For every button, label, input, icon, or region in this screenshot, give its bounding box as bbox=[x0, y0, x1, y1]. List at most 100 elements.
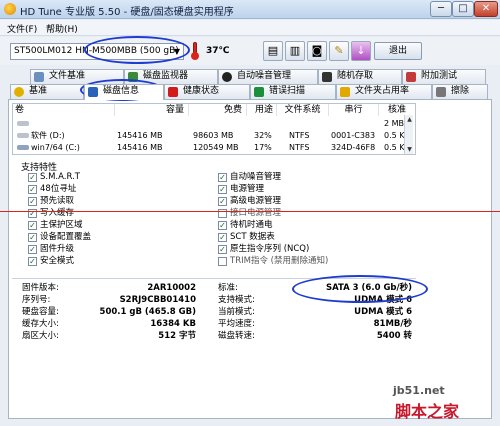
drive-icon bbox=[17, 121, 29, 126]
firmware-label: 固件版本: bbox=[22, 283, 59, 293]
sector-label: 扇区大小: bbox=[22, 331, 59, 341]
copy-screen-button[interactable]: ▥ bbox=[285, 41, 305, 61]
feature-dco: ✓ 设备配置覆盖 bbox=[28, 232, 92, 242]
feature-trim: TRIM指令 (禁用删除通知) bbox=[218, 256, 328, 267]
app-window: HD Tune 专业版 5.50 - 硬盘/固态硬盘实用程序 ─ □ ✕ 文件(… bbox=[0, 0, 500, 426]
scroll-up-icon[interactable]: ▲ bbox=[405, 115, 414, 124]
copy-icon: ▤ bbox=[267, 44, 279, 57]
thermometer-icon bbox=[190, 42, 200, 60]
feature-read-ahead: ✓ 预先读取 bbox=[28, 196, 75, 206]
current-mode-label: 当前模式: bbox=[218, 307, 255, 317]
col-used[interactable]: 用途 bbox=[247, 104, 277, 116]
title-bar: HD Tune 专业版 5.50 - 硬盘/固态硬盘实用程序 ─ □ ✕ bbox=[0, 0, 500, 19]
tab-erase[interactable]: 擦除 bbox=[432, 84, 488, 99]
camera-icon: ◙ bbox=[311, 44, 323, 57]
download-icon: ↓ bbox=[356, 44, 366, 57]
tab-disk-info[interactable]: 磁盘信息 bbox=[84, 84, 164, 100]
table-row[interactable]: 2 MB bbox=[13, 118, 415, 129]
table-row[interactable]: win7/64 (C:) 145416 MB 120549 MB 17% NTF… bbox=[13, 142, 415, 153]
settings-icon: ✎ bbox=[334, 44, 344, 57]
speaker-icon bbox=[222, 72, 232, 82]
tab-noise-management[interactable]: 自动噪音管理 bbox=[218, 69, 318, 84]
tab-error-scan[interactable]: 错误扫描 bbox=[250, 84, 336, 99]
checkbox: ✓ bbox=[218, 197, 227, 206]
checkbox: ✓ bbox=[28, 221, 37, 230]
screenshot-button[interactable]: ◙ bbox=[307, 41, 327, 61]
checkbox: ✓ bbox=[28, 257, 37, 266]
drive-icon bbox=[17, 133, 29, 138]
copy-info-button[interactable]: ▤ bbox=[263, 41, 283, 61]
standard-label: 标准: bbox=[218, 283, 238, 293]
menu-file[interactable]: 文件(F) bbox=[7, 22, 37, 35]
scan-icon bbox=[254, 87, 264, 97]
col-capacity[interactable]: 容量 bbox=[115, 104, 189, 116]
checkbox: ✓ bbox=[218, 173, 227, 182]
feature-puis: ✓ 待机时通电 bbox=[218, 220, 273, 230]
grid-icon bbox=[322, 72, 332, 82]
firmware-value: 2AR10002 bbox=[147, 283, 196, 293]
tab-health[interactable]: 健康状态 bbox=[164, 84, 250, 99]
menu-help[interactable]: 帮助(H) bbox=[46, 22, 78, 35]
capacity-value: 500.1 gB (465.8 GB) bbox=[99, 307, 196, 317]
col-free[interactable]: 免费 bbox=[189, 104, 247, 116]
info-icon bbox=[88, 87, 98, 97]
buffer-label: 缓存大小: bbox=[22, 319, 59, 329]
avg-speed-value: 81MB/秒 bbox=[373, 319, 412, 329]
close-button[interactable]: ✕ bbox=[474, 1, 498, 17]
checkbox: ✓ bbox=[218, 221, 227, 230]
serial-value: S2RJ9CBB01410 bbox=[119, 295, 196, 305]
maximize-button[interactable]: □ bbox=[452, 1, 474, 17]
health-cross-icon bbox=[168, 87, 178, 97]
feature-power-management: ✓ 电源管理 bbox=[218, 184, 265, 194]
feature-smart: ✓ S.M.A.R.T bbox=[28, 172, 80, 182]
menu-bar: 文件(F) 帮助(H) bbox=[0, 20, 500, 36]
supported-mode-label: 支持模式: bbox=[218, 295, 255, 305]
checkbox: ✓ bbox=[28, 185, 37, 194]
rotation-value: 5400 转 bbox=[376, 331, 412, 341]
tab-row-bottom: 基准 磁盘信息 健康状态 错误扫描 文件夹占用率 擦除 bbox=[0, 84, 500, 100]
tab-random-access[interactable]: 随机存取 bbox=[318, 69, 402, 84]
scroll-down-icon[interactable]: ▼ bbox=[405, 145, 414, 154]
col-volume[interactable]: 卷 bbox=[15, 104, 115, 116]
volume-table-scrollbar[interactable]: ▲ ▼ bbox=[404, 115, 413, 154]
tab-extra-tests[interactable]: 附加测试 bbox=[402, 69, 486, 84]
checkbox: ✓ bbox=[28, 233, 37, 242]
rotation-label: 磁盘转速: bbox=[218, 331, 255, 341]
col-serial[interactable]: 串行 bbox=[329, 104, 379, 116]
document-icon bbox=[34, 72, 44, 82]
tab-row-top: 文件基准 磁盘监视器 自动噪音管理 随机存取 附加测试 bbox=[0, 69, 500, 84]
save-button[interactable]: ↓ bbox=[351, 41, 371, 61]
feature-apm: ✓ 高级电源管理 bbox=[218, 196, 282, 206]
feature-security: ✓ 安全模式 bbox=[28, 256, 75, 266]
app-icon bbox=[4, 3, 16, 15]
feature-write-cache: ✓ 写入缓存 bbox=[28, 208, 75, 218]
feature-firmware-upgrade: ✓ 固件升级 bbox=[28, 244, 75, 254]
capacity-label: 硬盘容量: bbox=[22, 307, 59, 317]
temperature-readout: 37℃ bbox=[206, 46, 230, 56]
checkbox: ✓ bbox=[28, 245, 37, 254]
feature-ncq: ✓ 原生指令序列 (NCQ) bbox=[218, 244, 310, 254]
serial-label: 序列号: bbox=[22, 295, 51, 305]
window-title: HD Tune 专业版 5.50 - 硬盘/固态硬盘实用程序 bbox=[20, 7, 234, 18]
lightbulb-icon bbox=[14, 87, 24, 97]
annotation-ellipse-sata bbox=[292, 275, 428, 303]
tab-folder-usage[interactable]: 文件夹占用率 bbox=[336, 84, 432, 99]
feature-aam: ✓ 自动噪音管理 bbox=[218, 172, 282, 182]
col-filesystem[interactable]: 文件系统 bbox=[277, 104, 329, 116]
watermark-site: jb51.net bbox=[393, 384, 445, 397]
annotation-ellipse-drive bbox=[84, 36, 190, 64]
volume-table: 卷 容量 免费 用途 文件系统 串行 核准 2 MB 软件 (D:) 14541… bbox=[12, 103, 416, 155]
folder-icon bbox=[340, 87, 350, 97]
drive-icon bbox=[17, 145, 29, 150]
checkbox: ✓ bbox=[28, 173, 37, 182]
checkbox: ✓ bbox=[218, 233, 227, 242]
options-button[interactable]: ✎ bbox=[329, 41, 349, 61]
minimize-button[interactable]: ─ bbox=[430, 1, 452, 17]
checkbox: ✓ bbox=[218, 185, 227, 194]
checkbox: ✓ bbox=[218, 245, 227, 254]
sector-value: 512 字节 bbox=[158, 331, 196, 341]
table-row[interactable]: 软件 (D:) 145416 MB 98603 MB 32% NTFS 0001… bbox=[13, 130, 415, 141]
tab-benchmark[interactable]: 基准 bbox=[10, 84, 84, 99]
exit-button[interactable]: 退出 bbox=[374, 42, 422, 60]
buffer-value: 16384 KB bbox=[150, 319, 196, 329]
